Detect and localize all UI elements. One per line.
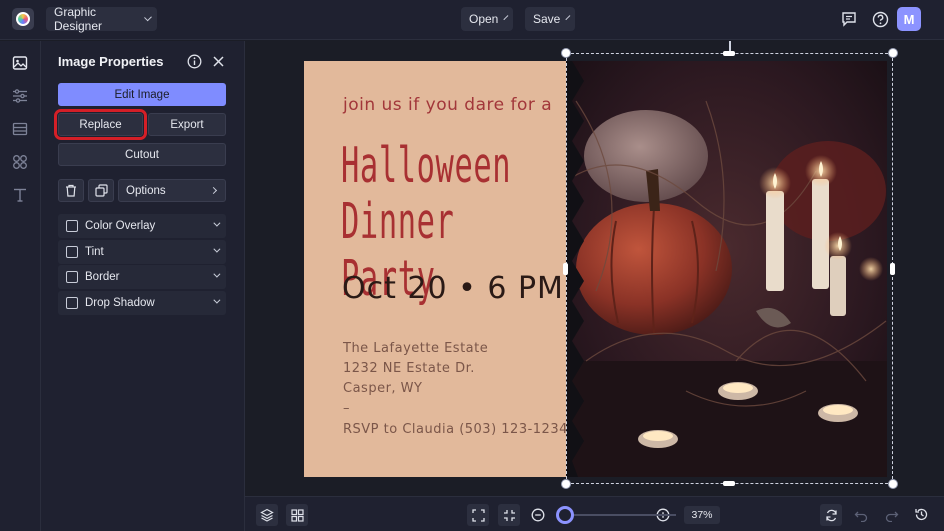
zoom-value[interactable]: 37% [684, 506, 720, 524]
options-label: Options [126, 184, 166, 197]
invitation-card[interactable]: join us if you dare for a Halloween Dinn… [304, 61, 588, 477]
export-button[interactable]: Export [148, 113, 226, 136]
zoom-slider-knob[interactable] [556, 506, 574, 524]
shrink-button[interactable] [498, 504, 520, 526]
resize-handle-right[interactable] [890, 263, 895, 275]
comments-icon[interactable] [838, 8, 860, 30]
info-icon[interactable] [187, 54, 203, 70]
chevron-down-icon [565, 15, 571, 21]
edit-image-button[interactable]: Edit Image [58, 83, 226, 106]
border-row[interactable]: Border [58, 265, 226, 289]
drop-shadow-checkbox[interactable] [66, 297, 78, 309]
sync-button[interactable] [820, 504, 842, 526]
resize-handle-top[interactable] [723, 51, 735, 56]
color-overlay-checkbox[interactable] [66, 220, 78, 232]
mode-dropdown-label: Graphic Designer [54, 5, 103, 33]
intro-text[interactable]: join us if you dare for a [343, 95, 552, 115]
options-button[interactable]: Options [118, 179, 226, 202]
refresh-icon [825, 509, 837, 521]
layers-icon [260, 508, 274, 522]
chevron-down-icon [143, 13, 152, 22]
grid-icon [290, 508, 304, 522]
open-dropdown[interactable]: Open [461, 7, 513, 31]
chevron-right-icon [209, 186, 218, 195]
resize-handle-bottom-right[interactable] [888, 479, 898, 489]
drop-shadow-row[interactable]: Drop Shadow [58, 291, 226, 315]
drop-shadow-label: Drop Shadow [85, 297, 155, 309]
save-dropdown[interactable]: Save [525, 7, 575, 31]
mode-dropdown[interactable]: Graphic Designer [46, 5, 157, 33]
resize-handle-top-left[interactable] [561, 48, 571, 58]
cutout-button[interactable]: Cutout [58, 143, 226, 166]
panel-title: Image Properties [58, 54, 164, 69]
address-separator[interactable]: – [343, 401, 350, 416]
resize-handle-bottom[interactable] [723, 481, 735, 486]
border-label: Border [85, 271, 120, 283]
zoom-slider-track[interactable] [566, 514, 676, 516]
chevron-down-icon [213, 270, 221, 278]
text-icon[interactable] [11, 186, 29, 204]
layout-icon[interactable] [11, 120, 29, 138]
rsvp-line[interactable]: RSVP to Claudia (503) 123-1234 [343, 422, 568, 437]
trash-icon [66, 184, 76, 197]
layers-button[interactable] [256, 504, 278, 526]
duplicate-button[interactable] [88, 179, 114, 202]
replace-button[interactable]: Replace [54, 109, 147, 140]
resize-handle-left[interactable] [563, 263, 568, 275]
user-avatar[interactable]: M [897, 7, 921, 31]
chevron-down-icon [213, 219, 221, 227]
border-checkbox[interactable] [66, 271, 78, 283]
resize-handle-top-right[interactable] [888, 48, 898, 58]
address-line-3[interactable]: Casper, WY [343, 381, 422, 396]
adjustments-icon[interactable] [11, 87, 29, 105]
color-overlay-row[interactable]: Color Overlay [58, 214, 226, 238]
open-label: Open [469, 12, 499, 26]
expand-icon [471, 508, 485, 522]
app-logo[interactable] [12, 8, 34, 30]
fit-screen-button[interactable] [467, 504, 489, 526]
delete-button[interactable] [58, 179, 84, 202]
title-line-1[interactable]: Halloween [341, 137, 511, 194]
color-overlay-label: Color Overlay [85, 220, 156, 232]
event-date[interactable]: Oct 20 • 6 PM [342, 271, 564, 306]
history-icon[interactable] [914, 507, 929, 522]
shrink-icon [503, 509, 515, 521]
save-label: Save [533, 12, 561, 26]
chevron-down-icon [213, 245, 221, 253]
tool-rail [0, 41, 41, 531]
help-icon[interactable] [869, 8, 891, 30]
redo-icon[interactable] [885, 508, 899, 523]
image-properties-panel: Image Properties Edit Image Replace Expo… [41, 41, 245, 531]
zoom-out-icon[interactable] [531, 508, 545, 522]
address-line-2[interactable]: 1232 NE Estate Dr. [343, 361, 475, 376]
top-bar: Graphic Designer Open Save M [0, 0, 944, 40]
graphics-icon[interactable] [11, 153, 29, 171]
rotate-handle[interactable] [729, 41, 731, 51]
grid-button[interactable] [286, 504, 308, 526]
close-icon[interactable] [212, 55, 226, 69]
duplicate-icon [94, 184, 108, 197]
image-icon[interactable] [11, 54, 29, 72]
resize-handle-bottom-left[interactable] [561, 479, 571, 489]
tint-row[interactable]: Tint [58, 240, 226, 264]
address-line-1[interactable]: The Lafayette Estate [343, 341, 488, 356]
undo-icon[interactable] [854, 508, 868, 523]
tint-checkbox[interactable] [66, 246, 78, 258]
logo-ring-icon [16, 12, 30, 26]
selection-frame[interactable] [566, 53, 893, 484]
tint-label: Tint [85, 246, 104, 258]
chevron-down-icon [213, 296, 221, 304]
chevron-down-icon [503, 15, 509, 21]
